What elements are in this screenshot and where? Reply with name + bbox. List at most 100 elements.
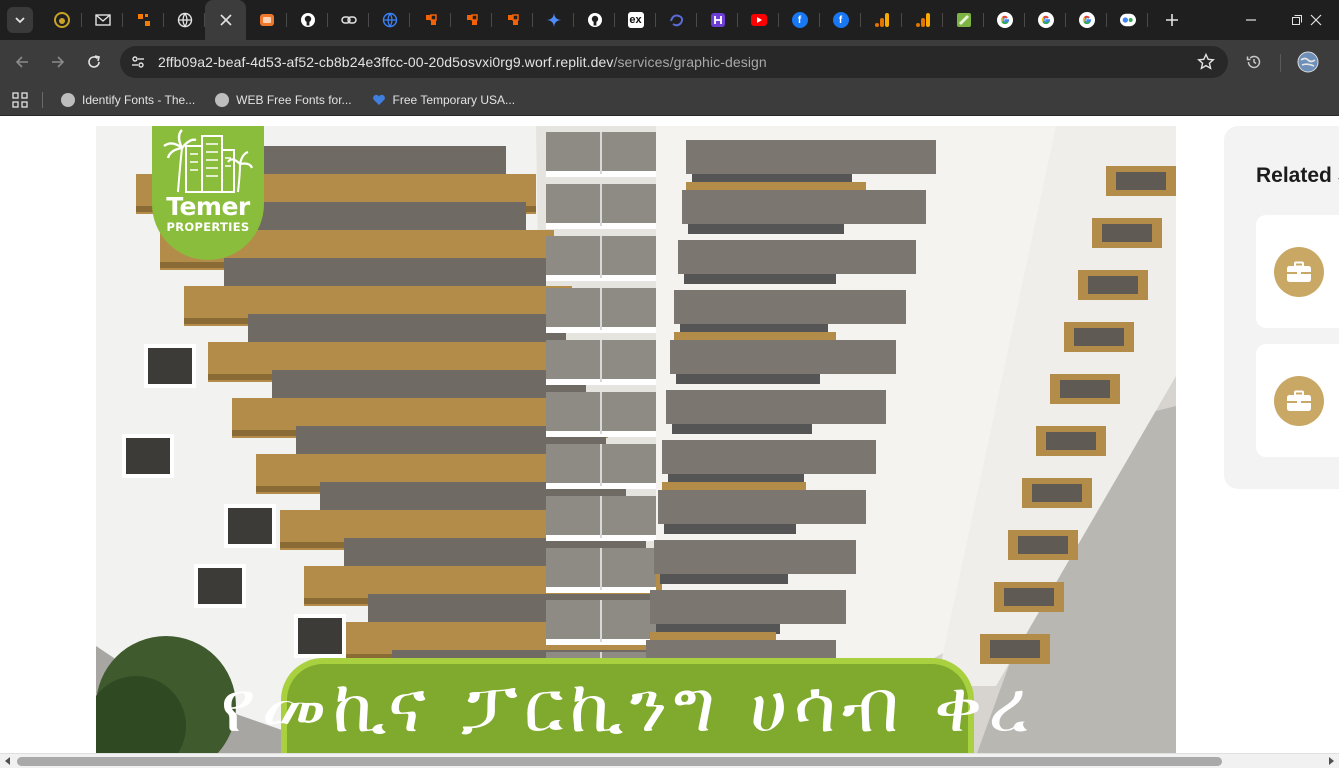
heart-icon <box>372 93 386 107</box>
bookmark-item-web-free-fonts[interactable]: WEB Free Fonts for... <box>207 86 359 114</box>
tab-search-button[interactable] <box>7 7 33 33</box>
tune-icon <box>132 56 144 68</box>
side-window <box>144 344 196 388</box>
balcony-glass-right <box>662 440 876 474</box>
balcony-glass-right <box>682 190 926 224</box>
balcony-glass-right <box>678 240 916 274</box>
balcony-railing <box>664 524 796 534</box>
balcony-glass-right <box>666 390 886 424</box>
bookmark-item-identify-fonts[interactable]: Identify Fonts - The... <box>53 86 203 114</box>
tab-3[interactable] <box>123 0 164 40</box>
balcony-railing <box>676 374 820 384</box>
tab-13[interactable] <box>533 0 574 40</box>
url-text[interactable]: 2ffb09a2-beaf-4d53-af52-cb8b24e3ffcc-00-… <box>158 54 767 70</box>
replit-icon <box>423 12 439 28</box>
palm-buildings-icon <box>163 129 254 193</box>
tab-7[interactable] <box>287 0 328 40</box>
bookmark-item-free-temporary-usa[interactable]: Free Temporary USA... <box>364 86 523 114</box>
tab-list: ex f f <box>41 0 1148 40</box>
balcony-glass-right <box>658 490 866 524</box>
android-icon <box>956 12 972 28</box>
tab-18[interactable] <box>738 0 779 40</box>
close-window-button[interactable] <box>1293 0 1339 40</box>
related-service-card[interactable] <box>1256 215 1339 328</box>
tab-strip: ex f f <box>0 0 1339 40</box>
browser-toolbar: 2ffb09a2-beaf-4d53-af52-cb8b24e3ffcc-00-… <box>0 40 1339 84</box>
youtube-icon <box>750 12 767 28</box>
minimize-button[interactable] <box>1228 0 1274 40</box>
tab-17[interactable] <box>697 0 738 40</box>
tab-27[interactable] <box>1107 0 1148 40</box>
tab-15[interactable]: ex <box>615 0 656 40</box>
tab-23[interactable] <box>943 0 984 40</box>
close-icon <box>1310 14 1322 26</box>
back-button[interactable] <box>8 48 36 76</box>
google-icon <box>996 12 1013 28</box>
tab-2[interactable] <box>82 0 123 40</box>
globe-blue-icon <box>382 12 398 28</box>
toolbar-divider <box>1280 54 1281 72</box>
reload-button[interactable] <box>80 48 108 76</box>
chevron-down-icon <box>15 17 25 24</box>
side-balcony-louver <box>1004 588 1054 606</box>
arrow-left-icon <box>15 56 28 68</box>
tab-6[interactable] <box>246 0 287 40</box>
github-icon <box>300 12 316 28</box>
bookmark-star-button[interactable] <box>1196 52 1216 72</box>
globe-icon <box>177 12 193 28</box>
facebook-icon: f <box>791 12 808 28</box>
tab-active[interactable] <box>205 0 246 40</box>
site-info-button[interactable] <box>126 50 150 74</box>
tab-4[interactable] <box>164 0 205 40</box>
balcony-glass-right <box>650 590 846 624</box>
balcony-railing <box>672 424 812 434</box>
tab-19[interactable]: f <box>779 0 820 40</box>
tab-9[interactable] <box>369 0 410 40</box>
gemini-sparkle-icon <box>545 12 562 28</box>
replit-icon <box>464 12 480 28</box>
balcony-railing <box>688 224 844 234</box>
side-window <box>122 434 174 478</box>
address-bar[interactable]: 2ffb09a2-beaf-4d53-af52-cb8b24e3ffcc-00-… <box>120 46 1228 78</box>
tab-25[interactable] <box>1025 0 1066 40</box>
logo-wordmark: Temer <box>166 192 250 221</box>
horizontal-scrollbar[interactable] <box>0 753 1339 768</box>
tab-1[interactable] <box>41 0 82 40</box>
new-tab-button[interactable] <box>1158 6 1186 34</box>
balcony-glass-right <box>654 540 856 574</box>
ex-icon: ex <box>627 12 644 28</box>
balcony-glass-right <box>686 140 936 174</box>
tab-11[interactable] <box>451 0 492 40</box>
reload-icon <box>88 55 100 68</box>
side-balcony-louver <box>1046 432 1096 450</box>
analytics-icon <box>915 12 931 28</box>
close-icon[interactable] <box>218 12 234 28</box>
scrollbar-thumb[interactable] <box>17 757 1222 766</box>
balcony-railing <box>684 274 836 284</box>
github-icon <box>587 12 603 28</box>
tab-16[interactable] <box>656 0 697 40</box>
apps-button[interactable] <box>10 90 30 110</box>
profile-avatar[interactable] <box>1294 48 1322 76</box>
tab-10[interactable] <box>410 0 451 40</box>
tab-12[interactable] <box>492 0 533 40</box>
orange-card-icon <box>259 12 275 28</box>
orange-pointer-icon <box>136 12 152 28</box>
tab-24[interactable] <box>984 0 1025 40</box>
tab-8[interactable] <box>328 0 369 40</box>
related-service-card[interactable] <box>1256 344 1339 457</box>
tab-22[interactable] <box>902 0 943 40</box>
history-button[interactable] <box>1240 48 1268 76</box>
related-services-title: Related S <box>1256 164 1339 187</box>
tab-20[interactable]: f <box>820 0 861 40</box>
arrow-right-icon <box>52 56 65 68</box>
tab-21[interactable] <box>861 0 902 40</box>
link-icon <box>340 12 357 28</box>
globe-icon <box>215 92 230 107</box>
forward-button[interactable] <box>44 48 72 76</box>
scroll-right-arrow-icon[interactable] <box>1326 756 1336 766</box>
scroll-left-arrow-icon[interactable] <box>3 756 13 766</box>
tab-14[interactable] <box>574 0 615 40</box>
tab-26[interactable] <box>1066 0 1107 40</box>
side-window <box>194 564 246 608</box>
